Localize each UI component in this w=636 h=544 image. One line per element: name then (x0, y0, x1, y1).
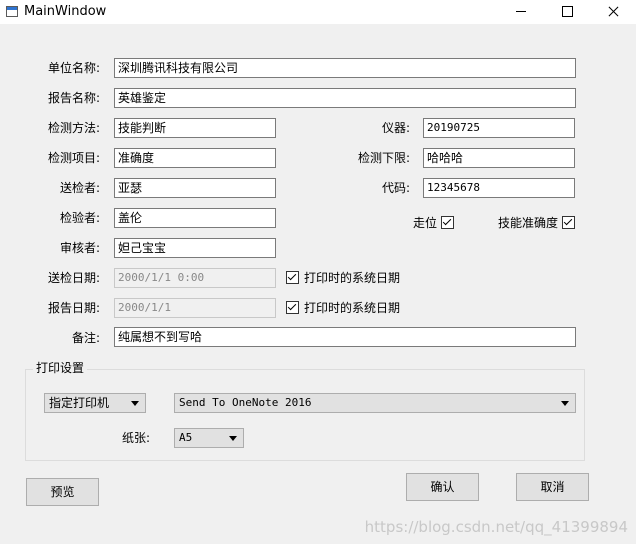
app-icon (6, 6, 18, 17)
printer-mode-value: 指定打印机 (49, 396, 110, 410)
inspector-field[interactable]: 盖伦 (114, 208, 276, 228)
print-settings-title: 打印设置 (33, 360, 88, 376)
remark-field[interactable]: 纯属想不到写哈 (114, 327, 576, 347)
sender-field[interactable]: 亚瑟 (114, 178, 276, 198)
skill-accuracy-checkbox[interactable]: 技能准确度 (498, 213, 576, 233)
reviewer-label: 审核者: (59, 241, 100, 255)
check-icon[interactable] (286, 301, 299, 314)
send-date-field: 2000/1/1 0:00 (114, 268, 276, 288)
chevron-down-icon (229, 436, 237, 441)
lower-limit-label: 检测下限: (357, 151, 410, 165)
report-date-label: 报告日期: (47, 301, 100, 315)
report-name-label: 报告名称: (47, 91, 100, 105)
check-icon[interactable] (562, 216, 576, 229)
printer-mode-select[interactable]: 指定打印机 (44, 393, 146, 413)
report-date-system-checkbox[interactable]: 打印时的系统日期 (286, 298, 400, 318)
unit-name-field[interactable]: 深圳腾讯科技有限公司 (114, 58, 576, 78)
check-icon[interactable] (286, 271, 299, 284)
send-date-system-label: 打印时的系统日期 (304, 271, 401, 285)
instrument-label: 仪器: (381, 121, 410, 135)
send-date-system-checkbox[interactable]: 打印时的系统日期 (286, 268, 400, 288)
minimize-icon[interactable] (498, 0, 544, 24)
report-name-field[interactable]: 英雄鉴定 (114, 88, 576, 108)
method-field[interactable]: 技能判断 (114, 118, 276, 138)
instrument-field[interactable]: 20190725 (423, 118, 575, 138)
report-date-system-label: 打印时的系统日期 (304, 301, 401, 315)
reviewer-field[interactable]: 妲己宝宝 (114, 238, 276, 258)
printer-select[interactable]: Send To OneNote 2016 (174, 393, 576, 413)
watermark: https://blog.csdn.net/qq_41399894 (364, 518, 628, 536)
report-date-field: 2000/1/1 (114, 298, 276, 318)
printer-value: Send To OneNote 2016 (179, 396, 312, 409)
cancel-button[interactable]: 取消 (516, 473, 589, 501)
preview-button[interactable]: 预览 (26, 478, 99, 506)
paper-label: 纸张: (121, 431, 150, 445)
inspector-label: 检验者: (59, 211, 100, 225)
code-label: 代码: (381, 181, 410, 195)
window-title: MainWindow (24, 4, 107, 19)
check-icon[interactable] (441, 216, 455, 229)
method-label: 检测方法: (47, 121, 100, 135)
walk-checkbox-label: 走位 (413, 216, 438, 230)
walk-checkbox[interactable]: 走位 (413, 213, 455, 233)
code-field[interactable]: 12345678 (423, 178, 575, 198)
chevron-down-icon (131, 401, 139, 406)
unit-name-label: 单位名称: (47, 61, 100, 75)
skill-accuracy-checkbox-label: 技能准确度 (498, 216, 559, 230)
item-field[interactable]: 准确度 (114, 148, 276, 168)
lower-limit-field[interactable]: 哈哈哈 (423, 148, 575, 168)
item-label: 检测项目: (47, 151, 100, 165)
maximize-icon[interactable] (544, 0, 590, 24)
title-bar: MainWindow (0, 0, 636, 24)
chevron-down-icon (561, 401, 569, 406)
remark-label: 备注: (71, 331, 100, 345)
close-icon[interactable] (590, 0, 636, 24)
send-date-label: 送检日期: (47, 271, 100, 285)
confirm-button[interactable]: 确认 (406, 473, 479, 501)
paper-select[interactable]: A5 (174, 428, 244, 448)
sender-label: 送检者: (59, 181, 100, 195)
paper-value: A5 (179, 431, 193, 444)
